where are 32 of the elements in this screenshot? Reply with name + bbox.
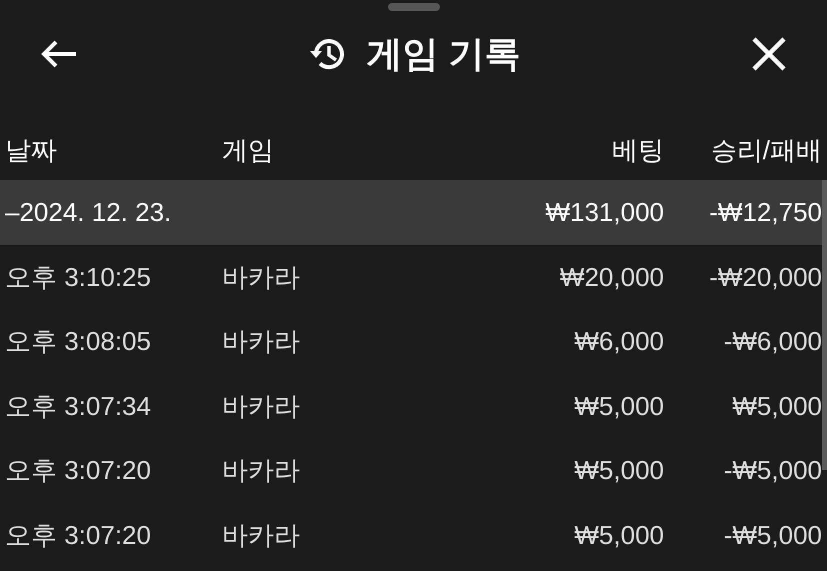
group-date: –2024. 12. 23. [5, 197, 172, 228]
table-cell-text: 오후 3:10:25 [5, 260, 152, 294]
window-title: 게임 기록 [366, 32, 520, 76]
table-cell-text: -₩12,750 [708, 197, 822, 228]
column-header: 베팅 [611, 134, 664, 166]
table-cell-text: ₩6,000 [573, 326, 664, 358]
table-cell-text: ₩5,000 [731, 390, 822, 422]
table-cell-text: ₩20,000 [558, 262, 664, 293]
table-cell-text: -₩5,000 [722, 520, 822, 551]
table-cell-text: -₩20,000 [708, 262, 822, 293]
table-cell-text: 바카라 [222, 518, 301, 552]
table-cell-text: 오후 3:07:20 [5, 518, 152, 552]
table-cell-text: -₩5,000 [722, 455, 822, 486]
table-cell-text: ₩5,000 [573, 455, 664, 486]
table-cell-text: -₩6,000 [722, 326, 822, 358]
scrollbar[interactable] [822, 180, 827, 470]
table-cell-text: ₩5,000 [573, 520, 664, 551]
drag-handle[interactable] [388, 3, 440, 11]
table-cell-text: ₩5,000 [573, 390, 664, 422]
table-cell-text: ₩131,000 [544, 197, 664, 228]
column-header: 날짜 [5, 134, 58, 166]
table-cell-text: 바카라 [222, 260, 301, 294]
table-cell-text: 바카라 [222, 325, 301, 358]
table-cell-text: 바카라 [222, 454, 301, 488]
table-cell-text: 오후 3:07:20 [5, 454, 152, 488]
table-cell-text: 오후 3:07:34 [5, 390, 152, 423]
close-button[interactable] [750, 36, 787, 72]
table-cell-text: 바카라 [222, 390, 301, 423]
column-header: 승리/패배 [710, 134, 822, 166]
column-header: 게임 [222, 134, 275, 166]
group-row[interactable]: –2024. 12. 23. ₩131,000 -₩12,750 [0, 180, 822, 245]
table-cell-text: 오후 3:08:05 [5, 325, 152, 358]
